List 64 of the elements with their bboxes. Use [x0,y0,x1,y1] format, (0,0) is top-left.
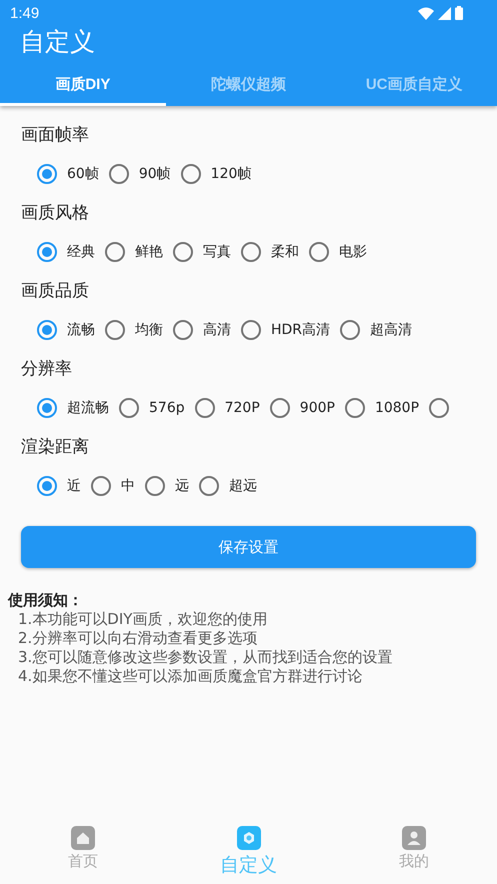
note-line: 4.如果您不懂这些可以添加画质魔盒官方群进行讨论 [17,667,364,686]
radio-option[interactable]: HDR高清 [241,320,330,340]
radio-button [37,164,57,184]
radio-option[interactable]: 900P [270,398,335,418]
section-title: 画面帧率 [21,124,89,147]
radio-button [241,242,261,262]
radio-button [173,320,193,340]
radio-button [429,398,450,418]
radio-button [105,320,125,340]
signal-icon [438,6,451,20]
radio-button [119,398,139,418]
radio-button [37,476,57,496]
home-icon [70,826,95,850]
radio-button [37,242,57,262]
radio-option[interactable]: 写真 [173,242,231,262]
radio-option[interactable]: 柔和 [241,242,299,262]
radio-button [309,242,329,262]
radio-option[interactable]: 60帧 [37,164,99,184]
radio-button [340,320,360,340]
note-line: 2.分辨率可以向右滑动查看更多选项 [17,629,258,648]
radio-button [37,320,57,340]
radio-option[interactable]: 流畅 [37,320,95,340]
radio-option[interactable]: 120帧 [180,164,252,184]
radio-button [199,476,219,496]
note-line: 3.您可以随意修改这些参数设置，从而找到适合您的设置 [17,648,394,667]
radio-option[interactable]: 远 [145,476,189,496]
radio-button [270,398,290,418]
section-title: 画质品质 [21,280,89,303]
radio-button [173,242,193,262]
note-line: 1.本功能可以DIY画质，欢迎您的使用 [17,610,268,629]
radio-button [180,164,201,184]
radio-option[interactable]: 经典 [37,242,95,262]
radio-button [91,476,111,496]
radio-option[interactable]: 超流畅 [37,398,109,418]
radio-option[interactable]: 超远 [199,476,257,496]
radio-button [344,398,365,418]
radio-button [241,320,261,340]
person-icon [402,826,426,850]
radio-option[interactable] [429,398,450,418]
settings-icon [236,826,260,850]
radio-option[interactable]: 鲜艳 [105,242,163,262]
radio-button [145,476,165,496]
radio-button [194,398,215,418]
radio-option[interactable]: 90帧 [108,164,171,184]
radio-option[interactable]: 电影 [309,242,367,262]
radio-option[interactable]: 1080P [344,398,420,418]
radio-option[interactable]: 576p [119,398,185,418]
section-title: 分辨率 [21,358,72,381]
radio-button [105,242,125,262]
battery-icon [455,6,463,20]
page-title: 自定义 [19,26,95,58]
radio-option[interactable]: 均衡 [105,320,163,340]
section-title: 画质风格 [21,202,89,225]
radio-option[interactable]: 中 [91,476,135,496]
section-title: 渲染距离 [21,436,89,459]
radio-option[interactable]: 超高清 [340,320,412,340]
wifi-icon [418,6,434,20]
radio-option[interactable]: 近 [37,476,81,496]
notes-title: 使用须知： [8,591,83,610]
radio-option[interactable]: 高清 [173,320,231,340]
radio-button [37,398,57,418]
status-time: 1:49 [10,4,40,22]
radio-option[interactable]: 720P [194,398,260,418]
radio-button [108,164,129,184]
